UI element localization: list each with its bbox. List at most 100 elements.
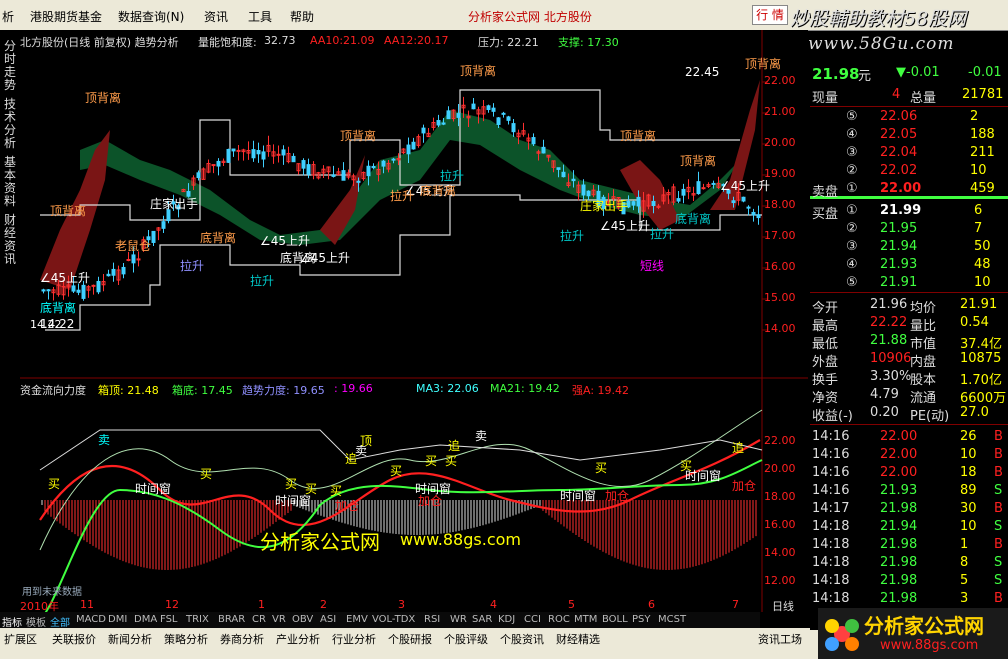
tab-brar[interactable]: BRAR — [218, 614, 245, 625]
candle-body — [731, 200, 736, 204]
tab-jiben[interactable]: 基本资料 — [2, 156, 18, 208]
svg-text:顶背离: 顶背离 — [50, 203, 86, 218]
tab-ext[interactable]: 个股评级 — [444, 631, 488, 647]
svg-text:买: 买 — [390, 464, 402, 478]
candle-body — [491, 107, 496, 112]
tab-kdj[interactable]: KDJ — [498, 614, 515, 625]
candle-body — [436, 120, 441, 126]
tab-all[interactable]: 全部 — [50, 614, 70, 629]
tab-ext[interactable]: 扩展区 — [4, 631, 37, 647]
tick-side: B — [994, 429, 1003, 444]
menu-item[interactable]: 数据查询(N) — [118, 8, 184, 25]
price-tick: 19.00 — [764, 167, 796, 180]
tick-volume: 5 — [960, 573, 969, 588]
ask-volume: 459 — [970, 181, 995, 196]
tab-roc[interactable]: ROC — [548, 614, 570, 625]
candle-body — [531, 137, 536, 145]
tab-mtm[interactable]: MTM — [574, 614, 597, 625]
candle-body — [446, 110, 451, 120]
tab-jishu[interactable]: 技术分析 — [2, 98, 18, 150]
tab-ext[interactable]: 新闻分析 — [108, 631, 152, 647]
bid-level: ② — [846, 221, 858, 236]
time-tick: 6 — [648, 598, 655, 611]
aa10-value: AA10:21.09 — [310, 34, 375, 47]
svg-text:拉升: 拉升 — [440, 168, 464, 183]
tab-ext[interactable]: 产业分析 — [276, 631, 320, 647]
stat-value: 21.91 — [960, 297, 998, 312]
menu-item[interactable]: 港股期货基金 — [30, 8, 102, 25]
tab-fenshi[interactable]: 分时走势 — [2, 40, 18, 92]
candle-body — [741, 196, 746, 202]
saturation-label: 量能饱和度: — [198, 36, 257, 49]
candle-body — [196, 172, 201, 179]
candle-body — [506, 116, 511, 121]
candle-body — [236, 149, 241, 152]
price-tick: 20.00 — [764, 136, 796, 149]
tick-side: S — [994, 483, 1003, 498]
tab-indicator[interactable]: 指标 — [2, 614, 22, 629]
stat-value: 0.20 — [870, 405, 899, 420]
candle-body — [96, 280, 101, 293]
candle-body — [331, 174, 336, 177]
stat-value: 27.0 — [960, 405, 989, 420]
tab-asi[interactable]: ASI — [320, 614, 336, 625]
tab-sar[interactable]: SAR — [472, 614, 492, 625]
tab-caijing[interactable]: 财经资讯 — [2, 214, 18, 266]
tick-price: 22.00 — [880, 447, 918, 462]
chart-area[interactable]: 顶背离 顶背离 底背离 14.22 ∠45上升 老鼠仓 庄家出手 拉升 底背离 … — [20, 30, 808, 630]
bid-price: 21.95 — [880, 221, 918, 236]
sub-title: 资金流向力度 — [20, 384, 86, 397]
tab-ext[interactable]: 关联报价 — [52, 631, 96, 647]
tab-ext[interactable]: 策略分析 — [164, 631, 208, 647]
ask-level: ④ — [846, 127, 858, 142]
menu-item[interactable]: 帮助 — [290, 8, 314, 25]
tab-vol-tdx[interactable]: VOL-TDX — [372, 614, 415, 625]
tab-template[interactable]: 模板 — [26, 614, 46, 629]
watermark-line1: 炒股輔助教材58股网 — [790, 8, 967, 30]
tab-psy[interactable]: PSY — [632, 614, 651, 625]
tab-ext[interactable]: 行业分析 — [332, 631, 376, 647]
tab-ext[interactable]: 个股资讯 — [500, 631, 544, 647]
tab-macd[interactable]: MACD — [76, 614, 106, 625]
time-tick: 4 — [490, 598, 497, 611]
tab-cr[interactable]: CR — [252, 614, 266, 625]
tab-boll[interactable]: BOLL — [602, 614, 628, 625]
trade-button[interactable]: 行 情 — [752, 5, 788, 25]
price-change2: -0.01 — [968, 65, 1002, 80]
tab-ext-right[interactable]: 资讯工场 — [758, 631, 802, 647]
tab-dma[interactable]: DMA — [134, 614, 157, 625]
menu-item[interactable]: 资讯 — [204, 8, 228, 25]
tab-emv[interactable]: EMV — [346, 614, 368, 625]
period-label[interactable]: 日线 — [772, 598, 794, 614]
tab-vr[interactable]: VR — [272, 614, 286, 625]
stat-label: PE(动) — [910, 409, 950, 424]
tab-dmi[interactable]: DMI — [108, 614, 127, 625]
support-value: 支撑: 17.30 — [558, 36, 619, 49]
menu-item[interactable]: 析 — [2, 8, 14, 25]
tab-ext[interactable]: 财经精选 — [556, 631, 600, 647]
time-tick: 12 — [165, 598, 179, 611]
candle-body — [46, 289, 51, 292]
tick-price: 21.98 — [880, 501, 918, 516]
tab-cci[interactable]: CCI — [524, 614, 541, 625]
tab-trix[interactable]: TRIX — [186, 614, 209, 625]
candle-body — [701, 187, 706, 190]
menu-item[interactable]: 工具 — [248, 8, 272, 25]
tab-obv[interactable]: OBV — [292, 614, 313, 625]
ma21: MA21: 19.42 — [490, 382, 560, 395]
stat-value: 10906 — [870, 351, 912, 366]
tab-ext[interactable]: 个股研报 — [388, 631, 432, 647]
svg-text:∠45上升: ∠45上升 — [720, 179, 770, 193]
ask-level: ① — [846, 181, 858, 196]
tick-side: B — [994, 501, 1003, 516]
svg-text:买: 买 — [445, 454, 457, 468]
ask-volume: 10 — [970, 163, 987, 178]
tab-rsi[interactable]: RSI — [424, 614, 440, 625]
tab-wr[interactable]: WR — [450, 614, 467, 625]
tab-mcst[interactable]: MCST — [658, 614, 686, 625]
tab-ext[interactable]: 券商分析 — [220, 631, 264, 647]
tab-fsl[interactable]: FSL — [160, 614, 178, 625]
price-tick: 16.00 — [764, 260, 796, 273]
time-tick: 1 — [258, 598, 265, 611]
bid-volume: 6 — [974, 203, 983, 218]
